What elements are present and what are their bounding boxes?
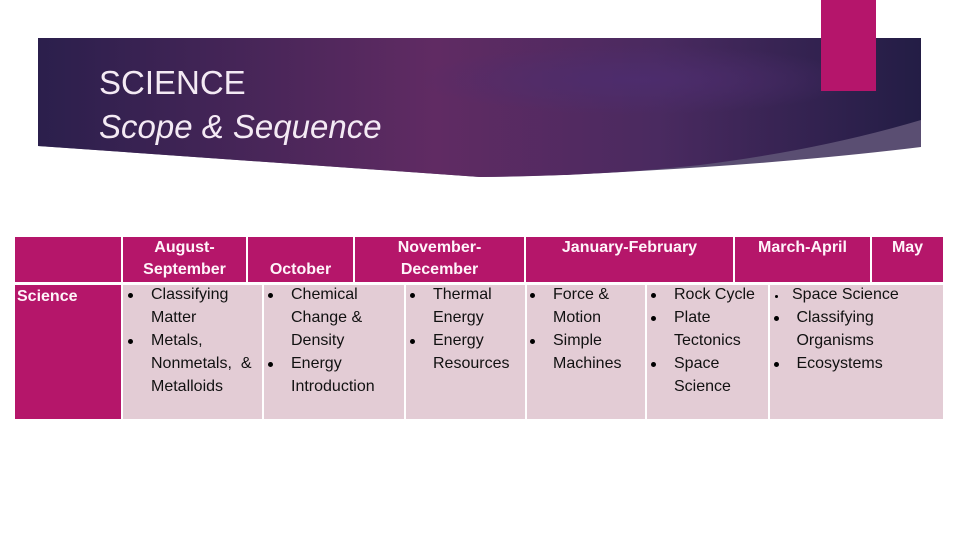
- bullet-icon: [651, 293, 656, 298]
- bullet-icon: [530, 293, 535, 298]
- list-item-text: Metalloids: [151, 378, 224, 395]
- list-item-text: Ecosystems: [792, 355, 883, 372]
- header-line: August-: [154, 239, 215, 256]
- list-item-text: Organisms: [792, 332, 874, 349]
- bullet-icon: [128, 339, 133, 344]
- bullet-icon: [530, 339, 535, 344]
- bullet-icon: [775, 295, 778, 298]
- header-line: January-February: [561, 239, 698, 256]
- slide-title: SCIENCE: [99, 64, 246, 101]
- list-item-text: Simple: [553, 332, 602, 349]
- header-cell-march-april: March-April: [735, 237, 870, 282]
- list-item-text: Matter: [151, 309, 197, 326]
- list-item-text: Energy: [433, 309, 484, 326]
- header-line: November-: [397, 239, 482, 256]
- list-item-text: Thermal: [433, 286, 492, 303]
- list-item-text: Nonmetals, &: [151, 355, 252, 372]
- header-cell-may: May: [872, 237, 943, 282]
- list-item-text: Introduction: [291, 378, 375, 395]
- header-line: March-April: [758, 239, 847, 256]
- bullet-icon: [651, 362, 656, 367]
- header-cell-blank: [15, 237, 121, 282]
- list-item-text: Resources: [433, 355, 510, 372]
- list-item-text: Metals,: [151, 332, 203, 349]
- header-cell-november-december: November- December: [355, 237, 524, 282]
- list-item-text: Science: [674, 378, 731, 395]
- bullet-icon: [268, 293, 273, 298]
- list-item-text: Space: [674, 355, 720, 372]
- bullet-icon: [268, 362, 273, 367]
- list-item-text: Machines: [553, 355, 622, 372]
- list-item-text: Tectonics: [674, 332, 741, 349]
- bullet-icon: [774, 316, 779, 321]
- list-item-text: Force &: [553, 286, 610, 303]
- header-cell-january-february: January-February: [526, 237, 733, 282]
- list-item-text: Density: [291, 332, 345, 349]
- bullet-icon: [128, 293, 133, 298]
- header-line: October: [269, 261, 332, 278]
- header-cell-august-september: August- September: [123, 237, 246, 282]
- header-line: [15, 237, 121, 259]
- header-line: December: [400, 261, 479, 278]
- accent-rectangle: [821, 0, 876, 91]
- header-line: May: [891, 239, 924, 256]
- list-item-text: Classifying: [792, 309, 874, 326]
- list-item-text: Energy: [291, 355, 342, 372]
- header-line: September: [143, 261, 226, 278]
- header-cell-october: October: [248, 237, 353, 282]
- list-item-text: Plate: [674, 309, 711, 326]
- bullet-icon: [774, 362, 779, 367]
- list-item-text: Space Science: [792, 286, 899, 303]
- bullet-icon: [651, 316, 656, 321]
- list-item-text: Rock Cycle: [674, 286, 755, 303]
- list-item-text: Change &: [291, 309, 363, 326]
- row-label-science: Science: [15, 285, 121, 419]
- bullet-icon: [410, 339, 415, 344]
- list-item-text: Energy: [433, 332, 484, 349]
- list-item-text: Motion: [553, 309, 602, 326]
- bullet-icon: [410, 293, 415, 298]
- list-item-text: Classifying: [151, 286, 229, 303]
- slide-subtitle: Scope & Sequence: [99, 108, 382, 145]
- list-item-text: Chemical: [291, 286, 358, 303]
